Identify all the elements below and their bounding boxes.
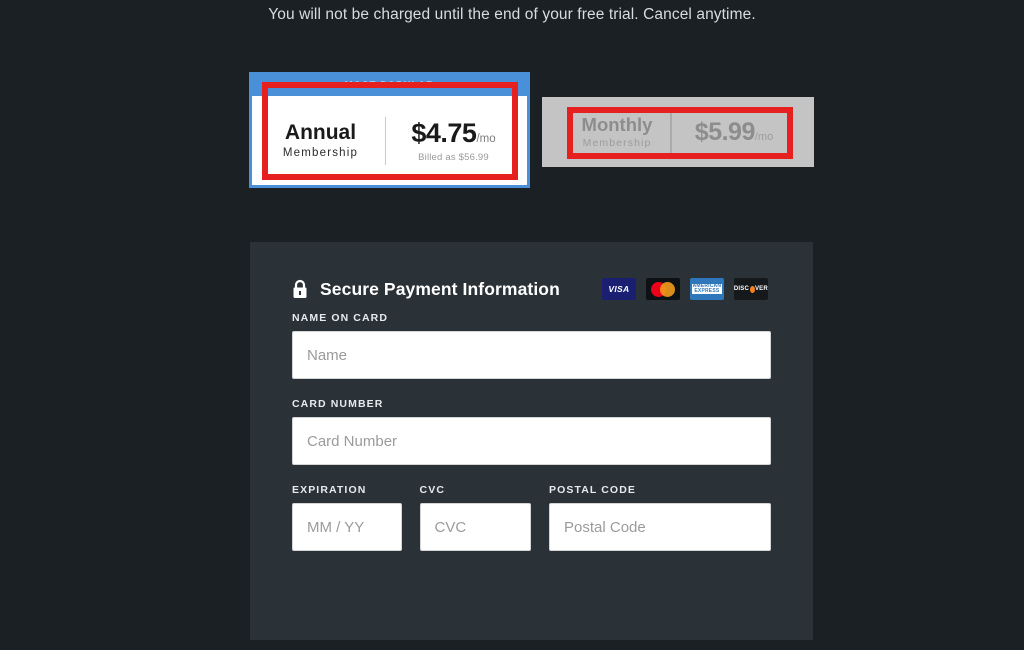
plan-annual-name: Annual xyxy=(284,120,357,144)
lock-icon xyxy=(292,279,308,299)
mastercard-logo xyxy=(645,278,680,300)
plan-monthly-name: Monthly xyxy=(581,114,653,136)
field-group-card-number: CARD NUMBER xyxy=(292,398,771,465)
name-on-card-input[interactable] xyxy=(292,331,771,379)
plan-annual-title-block: Annual Membership xyxy=(252,120,385,160)
plan-card-monthly[interactable]: Monthly Membership $5.99/mo xyxy=(542,97,814,167)
plan-annual-price: $4.75 xyxy=(411,118,477,148)
payment-panel-title: Secure Payment Information xyxy=(320,278,560,299)
plan-card-annual[interactable]: MOST POPULAR Annual Membership $4.75/mo … xyxy=(249,72,530,188)
amex-logo: AMERICAN EXPRESS xyxy=(689,278,724,300)
plan-monthly-price-period: /mo xyxy=(754,130,774,143)
discover-logo: DISC VER xyxy=(733,278,768,300)
card-number-input[interactable] xyxy=(292,417,771,465)
expiration-label: EXPIRATION xyxy=(292,484,367,496)
plan-annual-price-block: $4.75/mo Billed as $56.99 xyxy=(386,118,527,163)
field-row-expiry-cvc-postal: EXPIRATION CVC POSTAL CODE xyxy=(292,484,771,551)
plan-monthly-price: $5.99 xyxy=(694,117,756,146)
amex-label-line2: EXPRESS xyxy=(691,288,722,295)
visa-logo: VISA xyxy=(601,278,636,300)
plan-annual-billed-as: Billed as $56.99 xyxy=(418,152,489,163)
field-group-cvc: CVC xyxy=(419,484,532,551)
plan-monthly-title-block: Monthly Membership xyxy=(542,114,670,149)
postal-code-label: POSTAL CODE xyxy=(549,484,636,496)
plan-annual-body: Annual Membership $4.75/mo Billed as $56… xyxy=(252,96,527,185)
plan-monthly-price-block: $5.99/mo xyxy=(672,118,814,147)
expiration-input[interactable] xyxy=(292,503,402,551)
name-on-card-label: NAME ON CARD xyxy=(292,312,389,324)
cvc-label: CVC xyxy=(419,484,446,496)
payment-form: NAME ON CARD CARD NUMBER EXPIRATION CVC … xyxy=(250,302,813,551)
postal-code-input[interactable] xyxy=(549,503,771,551)
accepted-cards: VISA AMERICAN EXPRESS DISC VER xyxy=(601,278,768,300)
payment-panel-header: Secure Payment Information VISA AMERICAN… xyxy=(250,242,813,302)
plan-annual-price-period: /mo xyxy=(476,133,496,145)
plan-monthly-subtitle: Membership xyxy=(582,136,652,149)
field-group-name-on-card: NAME ON CARD xyxy=(292,312,771,379)
trial-notice: You will not be charged until the end of… xyxy=(268,6,756,23)
discover-label-line2: VER xyxy=(754,286,768,292)
secure-payment-panel: Secure Payment Information VISA AMERICAN… xyxy=(250,242,813,640)
card-number-label: CARD NUMBER xyxy=(292,398,384,410)
plan-selector: MOST POPULAR Annual Membership $4.75/mo … xyxy=(0,72,1024,197)
field-group-postal-code: POSTAL CODE xyxy=(549,484,771,551)
checkout-page: You will not be charged until the end of… xyxy=(0,0,1024,650)
plan-annual-subtitle: Membership xyxy=(282,147,359,160)
most-popular-banner: MOST POPULAR xyxy=(252,75,527,96)
field-group-expiration: EXPIRATION xyxy=(292,484,402,551)
cvc-input[interactable] xyxy=(419,503,532,551)
discover-label-line1: DISC xyxy=(733,286,750,292)
